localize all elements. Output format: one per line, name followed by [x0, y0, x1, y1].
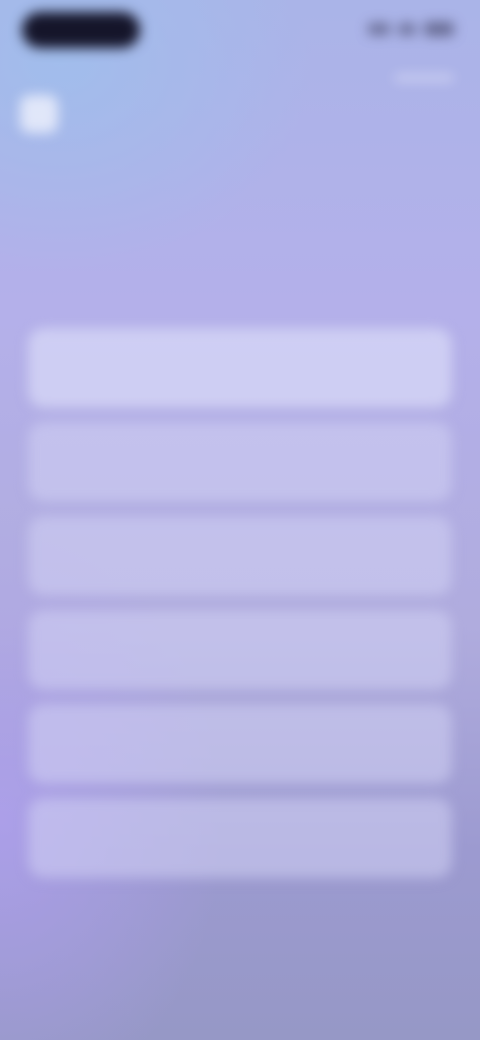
app-logo-icon [20, 95, 58, 133]
header [20, 94, 74, 134]
answer-option[interactable] [28, 516, 452, 596]
answer-options-list [28, 328, 452, 892]
status-bar [0, 0, 480, 64]
answer-option[interactable] [28, 798, 452, 878]
status-icons [368, 22, 454, 36]
battery-icon [424, 22, 454, 36]
answer-option[interactable] [28, 328, 452, 408]
answer-option[interactable] [28, 422, 452, 502]
answer-option[interactable] [28, 704, 452, 784]
cellular-signal-icon [368, 23, 390, 35]
dynamic-island [22, 12, 140, 48]
blurred-screen [0, 0, 480, 1040]
wifi-icon [398, 23, 416, 35]
answer-option[interactable] [28, 610, 452, 690]
top-hint-text [394, 74, 454, 82]
